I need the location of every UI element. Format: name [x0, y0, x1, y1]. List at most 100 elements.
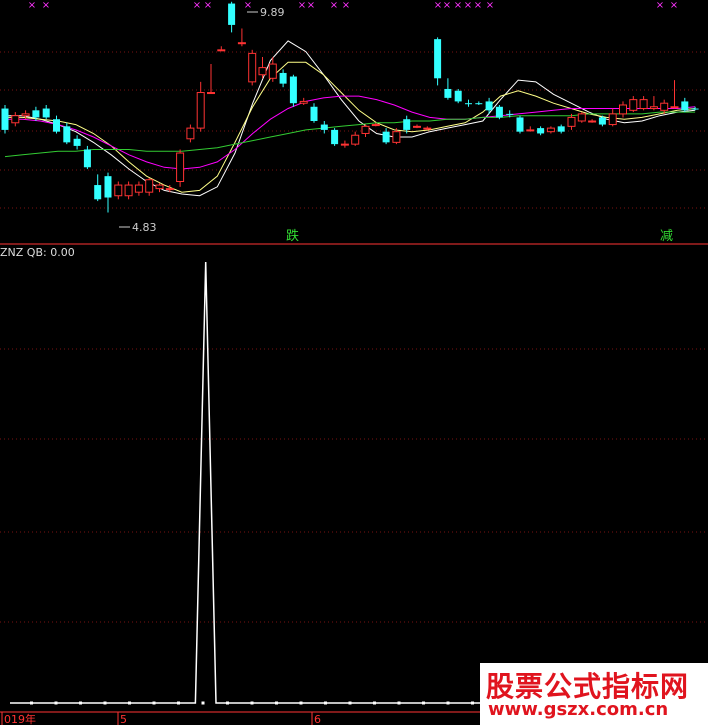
candle-55 — [567, 113, 576, 130]
candle-body-43 — [444, 88, 452, 98]
x-tick-label-0: 019年 — [4, 712, 36, 725]
candle-48 — [495, 104, 503, 120]
signal-label-1: 跌 — [286, 228, 299, 244]
moving-average-lines — [4, 40, 696, 197]
candle-body-36 — [371, 124, 380, 127]
candle-57 — [588, 119, 597, 123]
candle-body-26 — [268, 63, 277, 79]
candle-47 — [485, 97, 493, 114]
indicator-baseline-dot-2 — [79, 701, 82, 705]
signal-marker-3: × — [204, 0, 212, 11]
candle-body-18 — [186, 127, 195, 140]
candle-41 — [423, 126, 432, 130]
candle-53 — [546, 126, 555, 134]
candle-body-12 — [124, 184, 133, 197]
candle-body-9 — [94, 185, 102, 200]
signal-marker-7: × — [330, 0, 338, 11]
candle-body-19 — [196, 92, 205, 129]
indicator-baseline-dot-3 — [103, 701, 107, 705]
candle-21 — [217, 46, 226, 52]
candle-44 — [454, 88, 462, 104]
signal-marker-5: × — [298, 0, 306, 11]
candle-body-35 — [361, 125, 370, 134]
candle-body-38 — [392, 131, 401, 143]
candlesticks — [1, 1, 699, 213]
indicator-baseline-dot-16 — [422, 701, 425, 705]
candle-51 — [526, 126, 535, 132]
high-price-label: 9.89 — [260, 6, 285, 19]
candle-body-24 — [248, 52, 257, 83]
candle-body-30 — [310, 106, 318, 121]
candle-20 — [207, 64, 215, 95]
signal-marker-9: × — [434, 0, 442, 11]
candle-body-64 — [660, 102, 669, 111]
candle-56 — [577, 112, 586, 123]
candle-body-42 — [434, 39, 442, 79]
candle-31 — [320, 121, 328, 134]
candle-body-8 — [83, 149, 91, 168]
candle-9 — [94, 174, 102, 202]
candle-body-7 — [73, 138, 81, 146]
candle-13 — [134, 181, 143, 196]
indicator-baseline-dot-15 — [397, 701, 401, 705]
signal-marker-4: × — [244, 0, 252, 11]
signal-marker-2: × — [193, 0, 201, 11]
signal-marker-14: × — [486, 0, 494, 11]
candle-body-1 — [11, 115, 20, 124]
candle-body-27 — [279, 72, 287, 84]
candle-24 — [248, 49, 257, 86]
candle-46 — [475, 101, 483, 105]
candle-body-5 — [53, 119, 60, 132]
candle-35 — [361, 124, 370, 138]
watermark-url: www.gszx.com.cn — [488, 699, 669, 720]
signal-marker-1: × — [42, 0, 50, 11]
candle-body-0 — [1, 108, 9, 130]
candle-body-37 — [382, 131, 390, 143]
signal-marker-13: × — [474, 0, 482, 11]
signal-marker-12: × — [464, 0, 472, 11]
candle-body-34 — [351, 134, 360, 145]
candle-body-57 — [588, 120, 597, 123]
indicator-baseline-dot-12 — [324, 701, 327, 705]
candle-body-25 — [258, 67, 267, 76]
candle-54 — [557, 124, 565, 134]
candle-body-54 — [557, 126, 565, 132]
candle-62 — [639, 96, 648, 111]
candle-body-16 — [165, 188, 174, 191]
candle-body-22 — [228, 3, 236, 25]
candle-body-46 — [475, 103, 483, 105]
candle-body-40 — [413, 125, 421, 128]
candle-body-32 — [331, 129, 339, 145]
candle-42 — [434, 37, 442, 86]
candle-body-29 — [299, 100, 308, 104]
candle-body-3 — [32, 110, 40, 118]
candle-body-59 — [608, 113, 617, 126]
candle-body-55 — [567, 116, 576, 127]
candle-body-2 — [21, 113, 30, 117]
signal-marker-11: × — [454, 0, 462, 11]
candle-60 — [619, 101, 627, 118]
candle-5 — [53, 115, 60, 134]
candle-28 — [289, 74, 297, 107]
signal-label-2: 减 — [660, 229, 673, 244]
candle-7 — [73, 135, 81, 150]
candle-body-66 — [681, 101, 689, 111]
indicator-baseline-dot-8 — [226, 701, 229, 705]
indicator-baseline-dot-14 — [373, 701, 376, 705]
candle-23 — [237, 28, 246, 47]
candle-25 — [258, 56, 267, 79]
candle-body-14 — [145, 179, 154, 193]
candle-body-45 — [465, 103, 472, 105]
ma-line-ma-short — [5, 40, 696, 197]
x-tick-label-2: 6 — [314, 713, 321, 725]
candle-body-20 — [207, 92, 215, 95]
candle-body-61 — [629, 99, 638, 111]
candle-33 — [340, 140, 349, 148]
candle-14 — [145, 177, 154, 196]
indicator-line — [10, 261, 700, 704]
candle-body-21 — [217, 49, 226, 52]
signal-marker-0: × — [28, 0, 36, 11]
candle-body-48 — [495, 106, 503, 118]
candle-body-44 — [454, 90, 462, 102]
candle-body-11 — [114, 184, 123, 197]
